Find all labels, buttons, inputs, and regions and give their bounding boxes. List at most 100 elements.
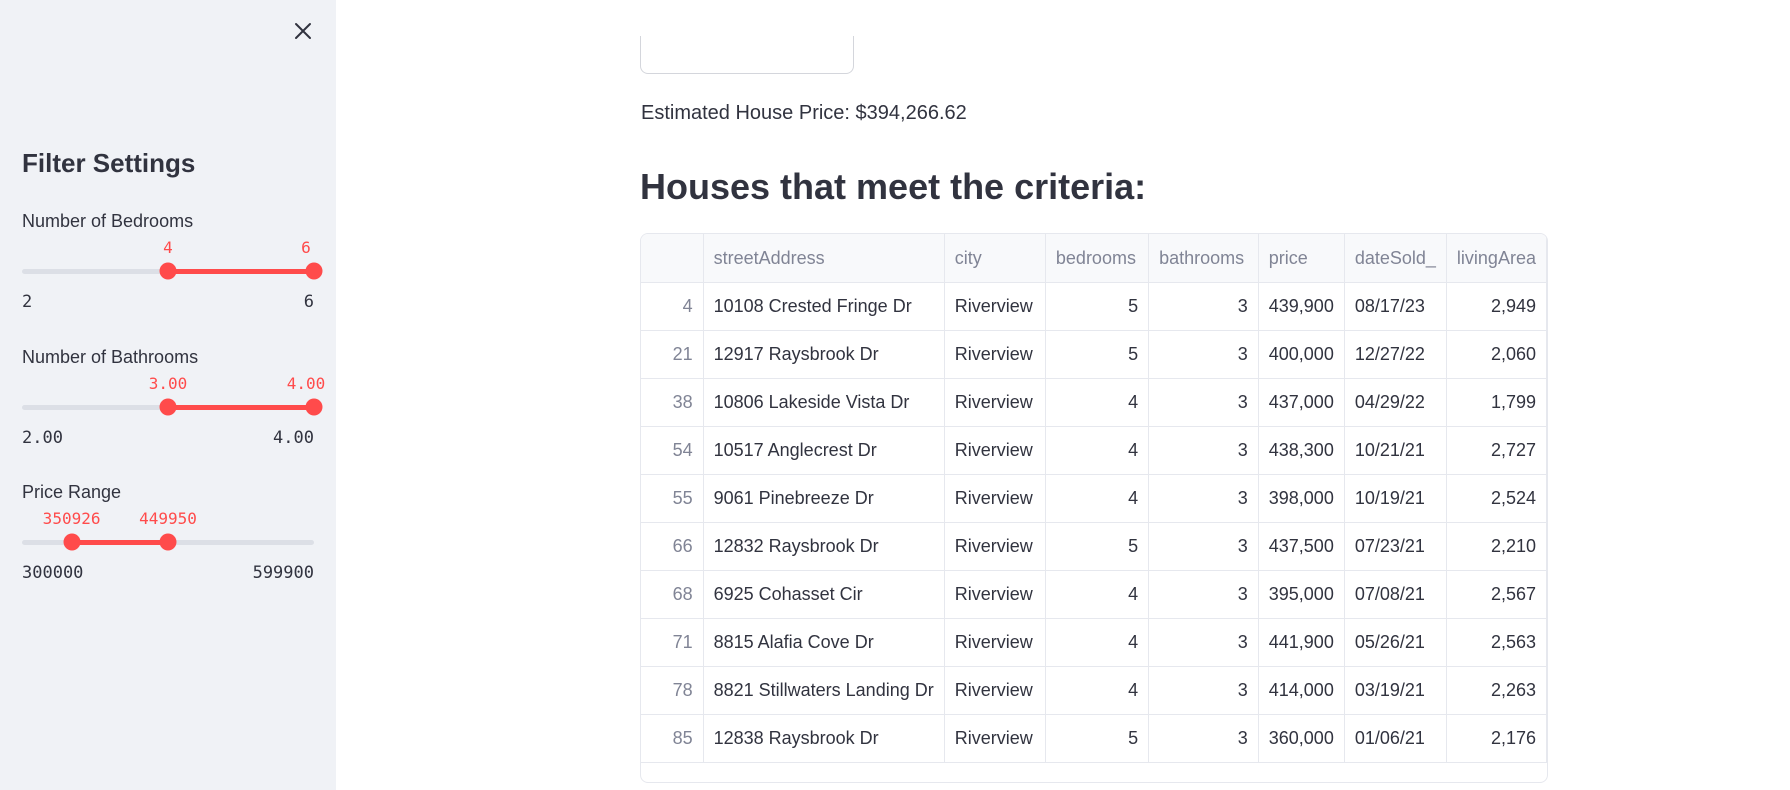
table-cell-city[interactable]: Riverview <box>944 282 1046 331</box>
table-cell-bathrooms[interactable]: 3 <box>1148 522 1259 571</box>
table-cell-city[interactable]: Riverview <box>944 714 1046 763</box>
table-row[interactable]: 4 10108 Crested Fringe Dr Riverview 5 3 439,9… <box>641 282 1547 331</box>
table-cell-date-sold[interactable]: 05/26/21 <box>1344 618 1447 667</box>
price-min-thumb[interactable] <box>63 533 81 551</box>
table-cell-city[interactable]: Riverview <box>944 426 1046 475</box>
table-cell-street-address[interactable]: 9061 Pinebreeze Dr <box>703 474 945 523</box>
column-header-price[interactable]: price <box>1258 234 1345 283</box>
table-cell-index[interactable]: 55 <box>641 474 704 523</box>
table-cell-date-sold[interactable]: 10/21/21 <box>1344 426 1447 475</box>
table-cell-date-sold[interactable]: 07/08/21 <box>1344 570 1447 619</box>
table-cell-street-address[interactable]: 8815 Alafia Cove Dr <box>703 618 945 667</box>
table-row[interactable]: 71 8815 Alafia Cove Dr Riverview 4 3 441,900 0… <box>641 618 1547 667</box>
table-cell-living-area[interactable]: 2,210 <box>1446 522 1547 571</box>
table-cell-bedrooms[interactable]: 4 <box>1045 474 1150 523</box>
table-cell-city[interactable]: Riverview <box>944 570 1046 619</box>
table-row[interactable]: 55 9061 Pinebreeze Dr Riverview 4 3 398,000 10… <box>641 474 1547 523</box>
table-cell-bedrooms[interactable]: 4 <box>1045 666 1150 715</box>
table-cell-price[interactable]: 439,900 <box>1258 282 1345 331</box>
table-cell-bathrooms[interactable]: 3 <box>1148 618 1259 667</box>
table-cell-index[interactable]: 21 <box>641 330 704 379</box>
table-cell-city[interactable]: Riverview <box>944 618 1046 667</box>
table-cell-living-area[interactable]: 2,949 <box>1446 282 1547 331</box>
table-cell-living-area[interactable]: 2,563 <box>1446 618 1547 667</box>
table-cell-street-address[interactable]: 12832 Raysbrook Dr <box>703 522 945 571</box>
table-cell-street-address[interactable]: 10517 Anglecrest Dr <box>703 426 945 475</box>
table-cell-bathrooms[interactable]: 3 <box>1148 282 1259 331</box>
table-cell-price[interactable]: 441,900 <box>1258 618 1345 667</box>
table-row[interactable]: 78 8821 Stillwaters Landing Dr Riverview 4 3… <box>641 666 1547 715</box>
table-row[interactable]: 68 6925 Cohasset Cir Riverview 4 3 395,000 07/… <box>641 570 1547 619</box>
table-cell-city[interactable]: Riverview <box>944 666 1046 715</box>
table-cell-street-address[interactable]: 8821 Stillwaters Landing Dr <box>703 666 945 715</box>
table-cell-bathrooms[interactable]: 3 <box>1148 570 1259 619</box>
table-cell-bathrooms[interactable]: 3 <box>1148 330 1259 379</box>
column-header-bedrooms[interactable]: bedrooms <box>1045 234 1150 283</box>
table-cell-street-address[interactable]: 6925 Cohasset Cir <box>703 570 945 619</box>
results-table[interactable]: streetAddress city bedrooms bathrooms price d… <box>640 233 1548 783</box>
table-cell-bedrooms[interactable]: 4 <box>1045 426 1150 475</box>
table-cell-city[interactable]: Riverview <box>944 378 1046 427</box>
price-max-thumb[interactable] <box>159 533 177 551</box>
table-cell-bedrooms[interactable]: 4 <box>1045 570 1150 619</box>
table-cell-living-area[interactable]: 2,727 <box>1446 426 1547 475</box>
table-cell-index[interactable]: 4 <box>641 282 704 331</box>
table-cell-living-area[interactable]: 2,176 <box>1446 714 1547 763</box>
table-cell-city[interactable]: Riverview <box>944 522 1046 571</box>
table-cell-date-sold[interactable]: 01/06/21 <box>1344 714 1447 763</box>
table-cell-bathrooms[interactable]: 3 <box>1148 714 1259 763</box>
table-cell-index[interactable]: 85 <box>641 714 704 763</box>
table-cell-bathrooms[interactable]: 3 <box>1148 474 1259 523</box>
table-cell-bedrooms[interactable]: 5 <box>1045 330 1150 379</box>
table-cell-price[interactable]: 414,000 <box>1258 666 1345 715</box>
table-cell-date-sold[interactable]: 10/19/21 <box>1344 474 1447 523</box>
table-row[interactable]: 21 12917 Raysbrook Dr Riverview 5 3 400,000 12… <box>641 330 1547 379</box>
table-cell-living-area[interactable]: 2,060 <box>1446 330 1547 379</box>
table-cell-price[interactable]: 360,000 <box>1258 714 1345 763</box>
table-cell-bathrooms[interactable]: 3 <box>1148 666 1259 715</box>
table-cell-city[interactable]: Riverview <box>944 330 1046 379</box>
table-cell-date-sold[interactable]: 07/23/21 <box>1344 522 1447 571</box>
column-header-index[interactable] <box>641 234 704 283</box>
table-cell-street-address[interactable]: 10806 Lakeside Vista Dr <box>703 378 945 427</box>
table-row[interactable]: 54 10517 Anglecrest Dr Riverview 4 3 438,300 1… <box>641 426 1547 475</box>
table-cell-city[interactable]: Riverview <box>944 474 1046 523</box>
table-cell-index[interactable]: 68 <box>641 570 704 619</box>
table-cell-index[interactable]: 71 <box>641 618 704 667</box>
table-cell-index[interactable]: 66 <box>641 522 704 571</box>
table-cell-street-address[interactable]: 12838 Raysbrook Dr <box>703 714 945 763</box>
table-cell-living-area[interactable]: 1,799 <box>1446 378 1547 427</box>
table-cell-index[interactable]: 54 <box>641 426 704 475</box>
column-header-street-address[interactable]: streetAddress <box>703 234 945 283</box>
table-cell-price[interactable]: 398,000 <box>1258 474 1345 523</box>
table-cell-bathrooms[interactable]: 3 <box>1148 426 1259 475</box>
table-row[interactable]: 66 12832 Raysbrook Dr Riverview 5 3 437,500 07… <box>641 522 1547 571</box>
predict-button[interactable] <box>640 36 854 74</box>
table-cell-bedrooms[interactable]: 4 <box>1045 618 1150 667</box>
bedrooms-min-thumb[interactable] <box>159 262 177 280</box>
table-cell-bedrooms[interactable]: 5 <box>1045 522 1150 571</box>
table-cell-index[interactable]: 38 <box>641 378 704 427</box>
table-row[interactable]: 85 12838 Raysbrook Dr Riverview 5 3 360,000 01… <box>641 714 1547 763</box>
close-sidebar-button[interactable] <box>288 16 318 46</box>
table-cell-price[interactable]: 437,500 <box>1258 522 1345 571</box>
table-cell-living-area[interactable]: 2,524 <box>1446 474 1547 523</box>
table-cell-date-sold[interactable]: 08/17/23 <box>1344 282 1447 331</box>
bedrooms-max-thumb[interactable] <box>305 262 323 280</box>
table-cell-living-area[interactable]: 2,263 <box>1446 666 1547 715</box>
table-cell-bedrooms[interactable]: 4 <box>1045 378 1150 427</box>
table-cell-street-address[interactable]: 12917 Raysbrook Dr <box>703 330 945 379</box>
table-cell-index[interactable]: 78 <box>641 666 704 715</box>
table-cell-price[interactable]: 438,300 <box>1258 426 1345 475</box>
table-cell-price[interactable]: 395,000 <box>1258 570 1345 619</box>
column-header-date-sold[interactable]: dateSold_ <box>1344 234 1447 283</box>
table-cell-street-address[interactable]: 10108 Crested Fringe Dr <box>703 282 945 331</box>
table-cell-bathrooms[interactable]: 3 <box>1148 378 1259 427</box>
table-cell-price[interactable]: 400,000 <box>1258 330 1345 379</box>
column-header-bathrooms[interactable]: bathrooms <box>1148 234 1259 283</box>
column-header-city[interactable]: city <box>944 234 1046 283</box>
table-cell-price[interactable]: 437,000 <box>1258 378 1345 427</box>
table-cell-living-area[interactable]: 2,567 <box>1446 570 1547 619</box>
bathrooms-max-thumb[interactable] <box>305 398 323 416</box>
table-cell-bedrooms[interactable]: 5 <box>1045 714 1150 763</box>
